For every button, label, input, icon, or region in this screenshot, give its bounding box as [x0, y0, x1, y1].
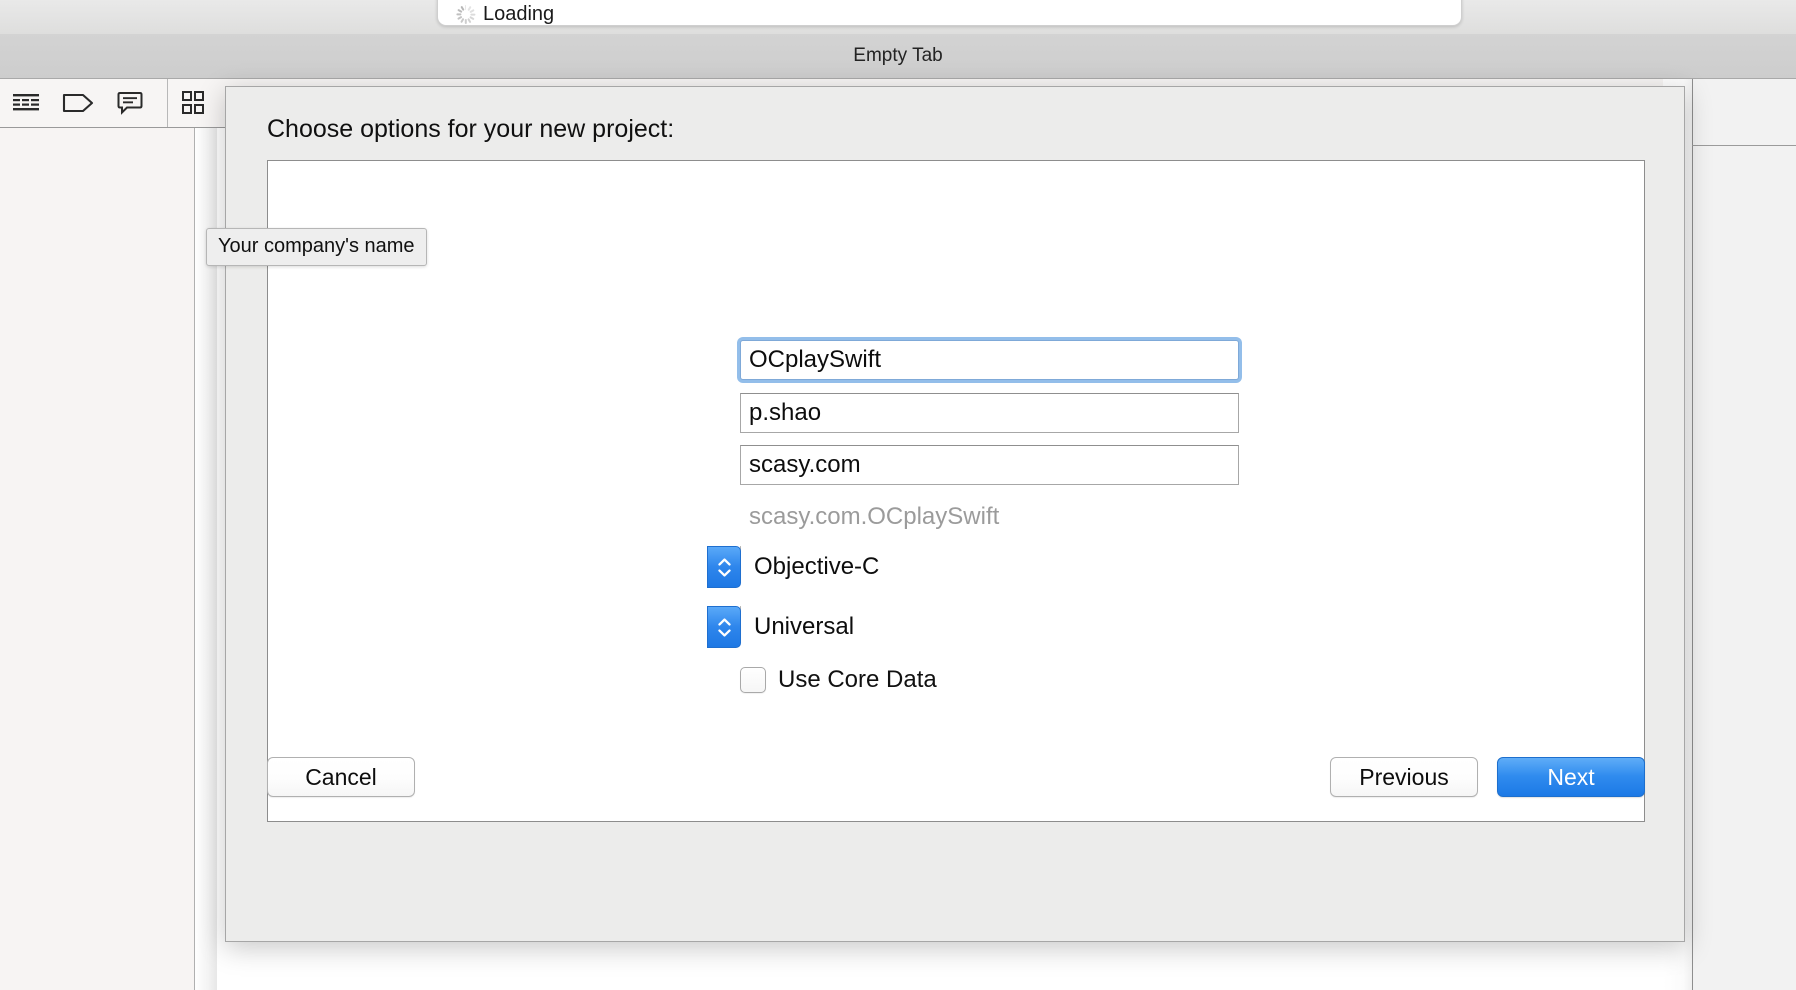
tag-icon[interactable]: [52, 79, 104, 127]
control-organization-identifier: [740, 445, 1239, 485]
assistant-editor-icon[interactable]: [168, 79, 220, 127]
tab-bar[interactable]: Empty Tab: [0, 34, 1796, 79]
loading-banner: Loading: [437, 0, 1462, 26]
language-popup-button[interactable]: Objective-C: [707, 546, 879, 588]
new-project-options-dialog: Choose options for your new project: Pro…: [225, 86, 1685, 942]
devices-popup-stepper[interactable]: [707, 606, 741, 648]
use-core-data-checkbox[interactable]: [740, 667, 766, 693]
use-core-data-label[interactable]: Use Core Data: [778, 666, 937, 694]
control-language: Objective-C: [707, 546, 879, 588]
loading-label: Loading: [483, 3, 555, 25]
chevron-up-icon: [717, 617, 731, 626]
organization-name-input[interactable]: [740, 393, 1239, 433]
row-use-core-data: Use Core Data: [740, 666, 937, 694]
control-devices: Universal: [707, 606, 854, 648]
grid-view-icon[interactable]: [0, 79, 52, 127]
chevron-down-icon: [717, 628, 731, 637]
spinner-icon: [455, 4, 475, 24]
utilities-pane: [1692, 79, 1796, 990]
utilities-pane-split: [1692, 145, 1796, 146]
screen: Loading Empty Tab Choose options for you…: [0, 0, 1796, 990]
dialog-content-panel: Product Name: Organization Name: Organiz…: [267, 160, 1645, 822]
chevron-up-icon: [717, 557, 731, 566]
language-popup-stepper[interactable]: [707, 546, 741, 588]
devices-popup-button[interactable]: Universal: [707, 606, 854, 648]
tab-title[interactable]: Empty Tab: [853, 45, 942, 67]
previous-button[interactable]: Previous: [1330, 757, 1478, 797]
control-product-name: [740, 340, 1239, 380]
cancel-button[interactable]: Cancel: [267, 757, 415, 797]
control-bundle-identifier: scasy.com.OCplaySwift: [740, 497, 999, 537]
tooltip: Your company's name: [206, 228, 427, 266]
comment-icon[interactable]: [104, 79, 156, 127]
bundle-identifier-value: scasy.com.OCplaySwift: [749, 503, 1000, 530]
next-button[interactable]: Next: [1497, 757, 1645, 797]
chevron-down-icon: [717, 568, 731, 577]
product-name-input[interactable]: [740, 340, 1239, 380]
language-popup-value: Objective-C: [754, 553, 880, 580]
project-options-form: Product Name: Organization Name: Organiz…: [268, 161, 1644, 821]
navigator-pane: [0, 128, 195, 990]
dialog-title: Choose options for your new project:: [267, 115, 675, 143]
organization-identifier-input[interactable]: [740, 445, 1239, 485]
control-organization-name: [740, 393, 1239, 433]
devices-popup-value: Universal: [754, 613, 855, 640]
